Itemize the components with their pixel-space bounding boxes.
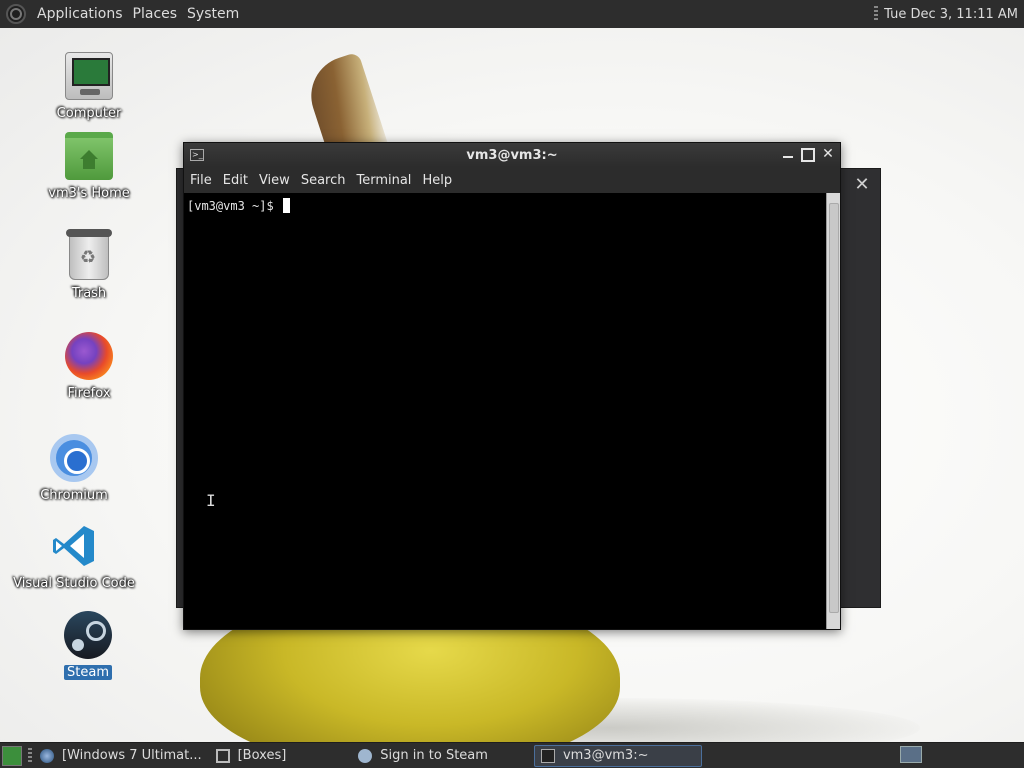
panel-tray: Tue Dec 3, 11:11 AM <box>874 0 1018 28</box>
show-desktop-icon[interactable] <box>2 745 22 766</box>
bottom-panel: [Windows 7 Ultimat... [Boxes] Sign in to… <box>0 742 1024 768</box>
desktop-icon-steam[interactable]: Steam <box>28 611 148 680</box>
desktop-icon-label: Trash <box>71 286 107 301</box>
close-icon[interactable]: ✕ <box>820 145 836 163</box>
desktop-icon-trash[interactable]: Trash <box>29 229 149 301</box>
desktop-icon-computer[interactable]: Computer <box>29 52 149 121</box>
menu-places[interactable]: Places <box>128 6 183 22</box>
taskbar-item-label: [Boxes] <box>237 748 287 763</box>
desktop-icon-vscode[interactable]: Visual Studio Code <box>13 522 135 591</box>
panel-grip-icon[interactable] <box>874 6 879 22</box>
taskbar-item-label: Sign in to Steam <box>380 748 488 763</box>
taskbar-item-windows7[interactable]: [Windows 7 Ultimat... <box>34 745 208 767</box>
taskbar-item-label: vm3@vm3:~ <box>562 748 649 763</box>
close-icon[interactable]: ✕ <box>852 175 872 195</box>
terminal-icon: >_ <box>190 149 204 161</box>
desktop-icon-chromium[interactable]: Chromium <box>14 434 134 503</box>
text-cursor <box>282 198 290 213</box>
desktop-icon-firefox[interactable]: Firefox <box>29 332 149 401</box>
maximize-icon[interactable] <box>800 145 816 163</box>
menu-edit[interactable]: Edit <box>219 173 252 188</box>
terminal-scrollbar[interactable] <box>826 193 840 629</box>
taskbar-item-label: [Windows 7 Ultimat... <box>62 748 202 763</box>
panel-grip-icon[interactable] <box>28 747 32 764</box>
taskbar-item-terminal[interactable]: vm3@vm3:~ <box>533 744 702 767</box>
window-controls: ✕ <box>780 145 836 163</box>
terminal-output[interactable]: [vm3@vm3 ~]$ <box>184 193 826 629</box>
scrollbar-thumb[interactable] <box>829 203 839 613</box>
menu-terminal[interactable]: Terminal <box>352 173 415 188</box>
terminal-icon <box>540 748 555 763</box>
window-title: vm3@vm3:~ <box>466 147 558 163</box>
terminal-menubar: File Edit View Search Terminal Help <box>184 167 840 193</box>
top-panel: Applications Places System Tue Dec 3, 11… <box>0 0 1024 28</box>
clock[interactable]: Tue Dec 3, 11:11 AM <box>884 7 1018 22</box>
distro-logo-icon[interactable] <box>6 4 26 24</box>
steam-icon <box>358 748 373 763</box>
menu-view[interactable]: View <box>255 173 294 188</box>
vm-icon <box>40 748 54 763</box>
steam-icon <box>64 611 112 659</box>
desktop-icon-label: Computer <box>56 106 122 121</box>
desktop-icon-label: Firefox <box>67 386 111 401</box>
terminal-titlebar[interactable]: >_ vm3@vm3:~ ✕ <box>184 143 840 167</box>
terminal-window[interactable]: >_ vm3@vm3:~ ✕ File Edit View Search Ter… <box>183 142 841 630</box>
boxes-icon <box>215 748 230 763</box>
menu-applications[interactable]: Applications <box>32 6 128 22</box>
menu-search[interactable]: Search <box>297 173 350 188</box>
terminal-prompt: [vm3@vm3 ~]$ <box>187 198 290 213</box>
taskbar-item-steam[interactable]: Sign in to Steam <box>352 745 494 767</box>
taskbar-item-boxes[interactable]: [Boxes] <box>210 745 293 767</box>
desktop-icon-label: Chromium <box>40 488 108 503</box>
firefox-icon <box>65 332 113 380</box>
desktop-icon-label: vm3's Home <box>48 186 130 201</box>
vscode-icon <box>50 522 98 570</box>
chromium-icon <box>50 434 98 482</box>
menu-file[interactable]: File <box>186 173 216 188</box>
trash-icon <box>66 229 112 280</box>
menu-help[interactable]: Help <box>418 173 456 188</box>
computer-icon <box>65 52 113 100</box>
prompt-text: [vm3@vm3 ~]$ <box>187 199 281 213</box>
workspace-switcher[interactable] <box>900 746 922 763</box>
menu-system[interactable]: System <box>182 6 244 22</box>
desktop-icon-home[interactable]: vm3's Home <box>29 132 149 201</box>
desktop-icon-label: Visual Studio Code <box>13 576 135 591</box>
minimize-icon[interactable] <box>780 145 796 163</box>
home-folder-icon <box>65 132 113 180</box>
desktop-icon-label: Steam <box>64 665 112 680</box>
mouse-ibeam-cursor-icon: I <box>206 491 216 510</box>
